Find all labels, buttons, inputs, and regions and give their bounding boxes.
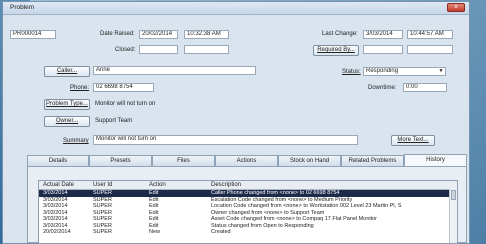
closed-label: Closed: <box>115 47 136 53</box>
vertical-scrollbar[interactable] <box>449 189 457 243</box>
column-header-actual-date[interactable]: Actual Date <box>43 181 74 189</box>
close-button[interactable]: × <box>447 3 465 12</box>
history-panel: Actual Date User Id Action Description 3… <box>27 166 467 244</box>
required-by-date-field[interactable] <box>363 45 403 54</box>
summary-field[interactable]: Monitor will not turn on <box>93 135 358 145</box>
problem-id-field: PR000014 <box>10 30 56 39</box>
tab-strip: Details Presets Files Actions Stock on H… <box>27 154 467 166</box>
cell-user-id: SUPER <box>93 229 112 235</box>
column-header-user-id[interactable]: User Id <box>93 181 112 189</box>
last-change-time-field[interactable]: 10:44:57 AM <box>407 30 453 39</box>
chevron-down-icon[interactable]: ▼ <box>438 69 444 74</box>
tab-presets[interactable]: Presets <box>89 155 152 166</box>
downtime-label: Downtime: <box>368 85 397 91</box>
date-raised-date-field[interactable]: 20/02/2014 <box>139 30 178 39</box>
problem-type-button-label: Problem Type... <box>46 101 88 107</box>
caller-button[interactable]: Caller... <box>44 66 90 77</box>
tab-details[interactable]: Details <box>27 155 89 166</box>
problem-type-value: Monitor will not turn on <box>95 101 156 107</box>
status-label-text: Status: <box>342 69 361 75</box>
tab-history[interactable]: History <box>404 154 467 166</box>
owner-button-label: Owner... <box>55 118 79 124</box>
history-table-header: Actual Date User Id Action Description <box>39 181 457 190</box>
caller-field[interactable]: Anne <box>93 66 256 75</box>
status-select[interactable]: Responding ▼ <box>363 67 446 76</box>
tab-related-problems[interactable]: Related Problems <box>341 155 404 166</box>
owner-value: Support Team <box>95 118 133 124</box>
history-table[interactable]: Actual Date User Id Action Description 3… <box>38 180 458 244</box>
summary-label-text: Summary <box>63 138 89 144</box>
tab-stock-on-hand[interactable]: Stock on Hand <box>278 155 341 166</box>
cell-action: New <box>149 229 161 235</box>
window-title: Problem <box>10 4 35 11</box>
date-raised-time-field[interactable]: 10:32:38 AM <box>184 30 229 39</box>
table-row[interactable]: 20/02/2014 SUPER New Created <box>39 229 457 236</box>
owner-button[interactable]: Owner... <box>44 116 90 127</box>
phone-label-text: Phone: <box>70 85 90 91</box>
column-header-action[interactable]: Action <box>149 181 166 189</box>
closed-date-field[interactable] <box>139 45 178 54</box>
downtime-field[interactable]: 0:00 <box>403 83 447 92</box>
last-change-date-field[interactable]: 3/03/2014 <box>363 30 403 39</box>
required-by-button-label: Required By... <box>317 47 355 53</box>
title-bar: Problem × <box>3 2 469 15</box>
column-header-description[interactable]: Description <box>211 181 241 189</box>
cell-actual-date: 20/02/2014 <box>43 229 71 235</box>
summary-label: Summary <box>63 137 89 145</box>
required-by-time-field[interactable] <box>407 45 453 54</box>
problem-type-button[interactable]: Problem Type... <box>44 99 90 110</box>
scrollbar-thumb[interactable] <box>451 190 456 200</box>
caller-button-label: Caller... <box>56 68 78 74</box>
phone-field[interactable]: 02 6698 8754 <box>93 83 154 92</box>
tab-files[interactable]: Files <box>152 155 215 166</box>
tab-actions[interactable]: Actions <box>215 155 278 166</box>
status-label: Status: <box>342 68 361 76</box>
more-text-button-label: More Text... <box>397 137 429 143</box>
history-rows: 3/03/2014 SUPER Edit Caller Phone changed f… <box>39 190 457 236</box>
more-text-button[interactable]: More Text... <box>391 135 435 146</box>
cell-description: Created <box>211 229 231 235</box>
required-by-button[interactable]: Required By... <box>313 45 359 56</box>
closed-time-field[interactable] <box>184 45 229 54</box>
phone-label: Phone: <box>70 84 89 92</box>
last-change-label: Last Change: <box>322 31 358 37</box>
status-select-value: Responding <box>366 68 399 74</box>
date-raised-label: Date Raised: <box>100 31 135 37</box>
